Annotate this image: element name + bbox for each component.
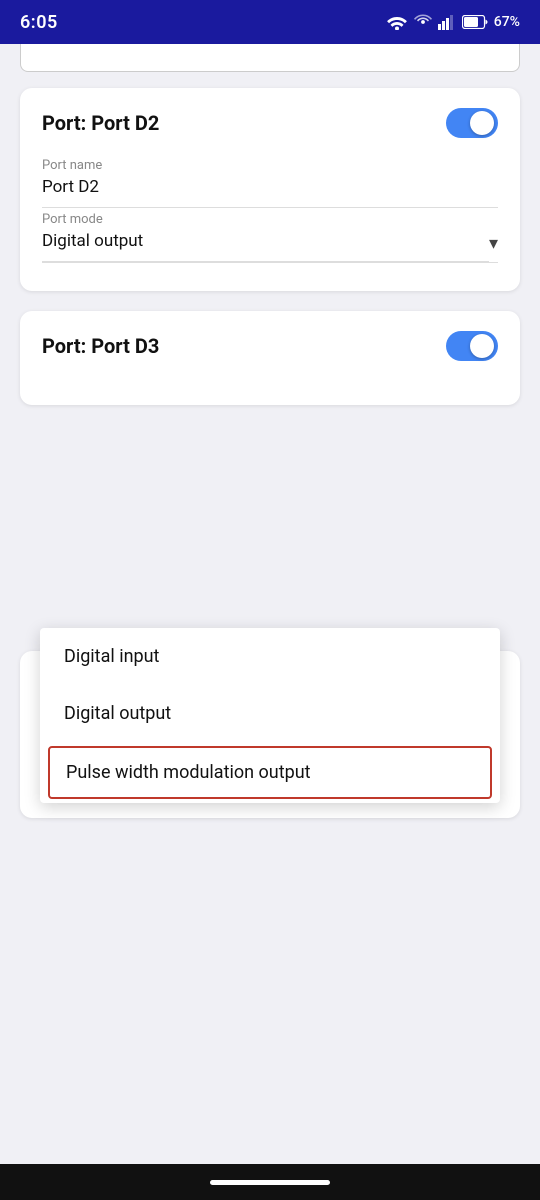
card-port-d3: Port: Port D3: [20, 311, 520, 405]
dropdown-menu: Digital input Digital output Pulse width…: [40, 628, 500, 803]
port-d2-name-label: Port name: [42, 158, 498, 173]
port-d2-mode-value[interactable]: Digital output: [42, 231, 489, 262]
status-icons: 67%: [386, 13, 520, 31]
bottom-nav-bar: [0, 1164, 540, 1200]
port-d2-mode-label: Port mode: [42, 212, 498, 227]
toggle-track: [446, 108, 498, 138]
card-d3-title: Port: Port D3: [42, 334, 159, 358]
port-d2-name-value: Port D2: [42, 177, 498, 208]
status-bar: 6:05 67%: [0, 0, 540, 44]
card-port-d2: Port: Port D2 Port name Port D2 Port mod…: [20, 88, 520, 291]
toggle-track-d3: [446, 331, 498, 361]
dropdown-item-digital-output[interactable]: Digital output: [40, 685, 500, 742]
card-d3-toggle[interactable]: [446, 331, 498, 361]
toggle-thumb: [470, 111, 494, 135]
signal-icon: [438, 14, 456, 30]
port-d2-mode-row: Digital output ▾: [42, 231, 498, 262]
home-indicator[interactable]: [210, 1180, 330, 1185]
card-d2-header: Port: Port D2: [42, 108, 498, 138]
dropdown-arrow-icon[interactable]: ▾: [489, 233, 498, 262]
card-d3-header: Port: Port D3: [42, 331, 498, 361]
dropdown-item-digital-input[interactable]: Digital input: [40, 628, 500, 685]
port-d2-mode-field: Port mode Digital output ▾: [42, 212, 498, 263]
card-d2-title: Port: Port D2: [42, 111, 159, 135]
battery-percent: 67%: [494, 14, 520, 30]
toggle-thumb-d3: [470, 334, 494, 358]
hotspot-icon: [414, 13, 432, 31]
port-d2-name-field: Port name Port D2: [42, 158, 498, 208]
battery-icon: [462, 15, 488, 29]
card-d2-toggle[interactable]: [446, 108, 498, 138]
scroll-hint: [20, 44, 520, 72]
wifi-icon: [386, 14, 408, 30]
status-time: 6:05: [20, 12, 58, 33]
cards-container: Port: Port D2 Port name Port D2 Port mod…: [0, 72, 540, 421]
dropdown-item-pwm-output[interactable]: Pulse width modulation output: [48, 746, 492, 799]
